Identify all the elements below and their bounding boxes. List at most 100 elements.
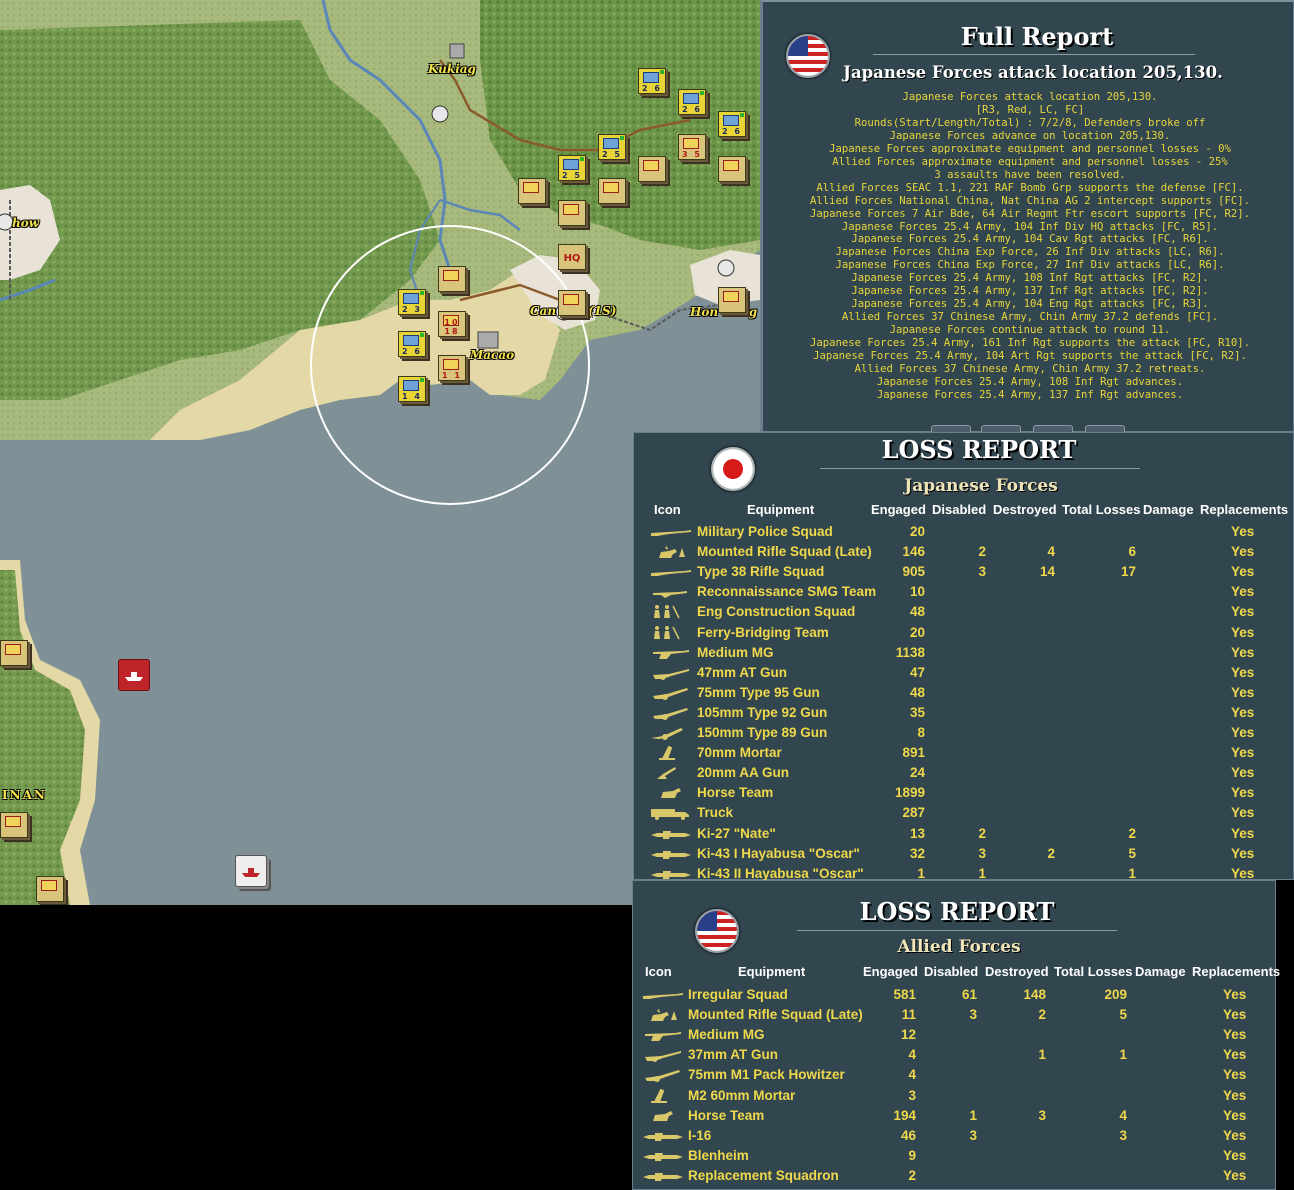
replacements-flag: Yes [1231, 684, 1255, 700]
unit-counter[interactable] [36, 876, 64, 902]
aircraft-icon [643, 1152, 683, 1161]
total-losses-count: 6 [1128, 544, 1136, 560]
replacements-flag: Yes [1231, 664, 1255, 680]
status-dot [700, 91, 704, 95]
horse-rider-icon [651, 1009, 677, 1022]
replacements-flag: Yes [1223, 987, 1247, 1002]
replacements-flag: Yes [1223, 1087, 1247, 1103]
engaged-count: 12 [900, 1027, 916, 1043]
table-row: 70mm Mortar 891 Yes [634, 743, 1293, 763]
report-line: Allied Forces National China, Nat China … [809, 194, 1251, 207]
unit-counter[interactable]: 3 5 [678, 134, 706, 160]
unit-strength: 2 6 [682, 105, 702, 114]
engineers-icon [654, 605, 680, 619]
replacements-flag: Yes [1231, 584, 1255, 600]
replacements-flag: Yes [1223, 1107, 1247, 1123]
unit-counter[interactable]: 1 4 [398, 376, 426, 402]
status-dot [420, 333, 424, 337]
engaged-count: 4 [908, 1067, 916, 1083]
table-row: Ferry-Bridging Team 20 Yes [634, 623, 1293, 643]
unit-strength: 2 6 [642, 84, 662, 93]
equipment-name: Military Police Squad [697, 524, 833, 539]
report-line: Japanese Forces 25.4 Army, 104 Eng Rgt a… [851, 298, 1209, 311]
report-line: Allied Forces approximate equipment and … [832, 155, 1228, 168]
unit-counter[interactable]: 2 5 [558, 155, 586, 181]
unit-counter[interactable]: 2 3 [398, 289, 426, 315]
equipment-name: 75mm Type 95 Gun [697, 684, 820, 700]
naval-unit-icon[interactable] [235, 855, 267, 887]
equipment-name: 37mm AT Gun [688, 1047, 779, 1063]
engaged-count: 32 [909, 845, 925, 861]
unit-counter[interactable]: 2 6 [398, 331, 426, 357]
col-header-destroyed: Destroyed [985, 964, 1049, 979]
engaged-count: 1138 [895, 644, 925, 660]
smg-icon [653, 591, 687, 599]
unit-counter[interactable]: 1 1 [438, 355, 466, 381]
engaged-count: 194 [893, 1107, 916, 1123]
unit-counter[interactable] [0, 640, 28, 666]
unit-counter[interactable] [718, 156, 746, 182]
unit-counter[interactable] [518, 178, 546, 204]
status-dot [660, 70, 664, 74]
replacements-flag: Yes [1223, 1067, 1247, 1083]
aircraft-icon [651, 830, 691, 839]
unit-strength: 2 6 [722, 127, 742, 136]
aircraft-icon [651, 850, 691, 859]
equipment-name: Medium MG [688, 1027, 765, 1043]
infantry-icon [563, 159, 579, 170]
rifle-icon [651, 570, 691, 577]
unit-counter[interactable]: 2 6 [718, 111, 746, 137]
equipment-name: Truck [697, 805, 734, 821]
hq-icon [563, 294, 579, 305]
infantry-icon [403, 293, 419, 304]
unit-strength: 2 5 [602, 150, 622, 159]
report-line: Japanese Forces China Exp Force, 27 Inf … [835, 259, 1225, 272]
col-header-replacements: Replacements [1200, 502, 1289, 517]
infantry-icon [603, 182, 619, 193]
report-line: Japanese Forces 25.4 Army, 104 Cav Rgt a… [851, 233, 1209, 246]
equipment-name: Replacement Squadron [688, 1167, 839, 1183]
unit-counter[interactable] [558, 200, 586, 226]
unit-counter[interactable] [638, 156, 666, 182]
unit-counter[interactable] [718, 287, 746, 313]
horse-icon [661, 788, 681, 799]
report-line: Japanese Forces continue attack to round… [889, 324, 1171, 337]
equipment-name: Blenheim [688, 1147, 749, 1163]
disabled-count: 61 [961, 987, 977, 1002]
unit-strength: 2 5 [562, 171, 582, 180]
report-line: Japanese Forces 25.4 Army, 104 Art Rgt s… [813, 350, 1247, 363]
equipment-name: Type 38 Rifle Squad [697, 564, 825, 580]
infantry-icon [723, 115, 739, 126]
aircraft-icon [643, 1132, 683, 1141]
equipment-name: Mounted Rifle Squad (Late) [688, 1007, 863, 1023]
unit-counter[interactable]: 2 6 [638, 68, 666, 94]
unit-counter[interactable] [438, 266, 466, 292]
artillery-icon [723, 160, 739, 171]
table-row: I-16 46 3 3 Yes [633, 1126, 1275, 1146]
engaged-count: 10 [909, 584, 925, 600]
unit-counter[interactable]: HQ [558, 244, 586, 270]
table-row: Eng Construction Squad 48 Yes [634, 602, 1293, 622]
unit-counter[interactable]: 2 6 [678, 89, 706, 115]
engaged-count: 48 [909, 604, 925, 620]
destroyed-count: 2 [1047, 845, 1055, 861]
unit-counter[interactable] [558, 290, 586, 316]
replacements-flag: Yes [1231, 865, 1255, 881]
report-line: Allied Forces 37 Chinese Army, Chin Army… [854, 363, 1206, 376]
unit-counter[interactable]: 10 18 [438, 311, 466, 337]
replacements-flag: Yes [1231, 785, 1255, 801]
unit-counter[interactable]: 2 5 [598, 134, 626, 160]
naval-unit-icon[interactable] [118, 659, 150, 691]
col-header-engaged: Engaged [863, 964, 918, 979]
col-header-disabled: Disabled [924, 964, 979, 979]
report-line: Japanese Forces 25.4 Army, 137 Inf Rgt a… [851, 285, 1209, 298]
disabled-count: 3 [969, 1127, 977, 1143]
hq-icon [41, 880, 57, 891]
unit-strength: 1 4 [402, 392, 422, 401]
unit-counter[interactable] [0, 812, 28, 838]
unit-counter[interactable] [598, 178, 626, 204]
replacements-flag: Yes [1231, 805, 1255, 821]
unit-strength: 2 6 [402, 347, 422, 356]
aircraft-icon [5, 816, 21, 827]
title-divider [820, 468, 1140, 469]
